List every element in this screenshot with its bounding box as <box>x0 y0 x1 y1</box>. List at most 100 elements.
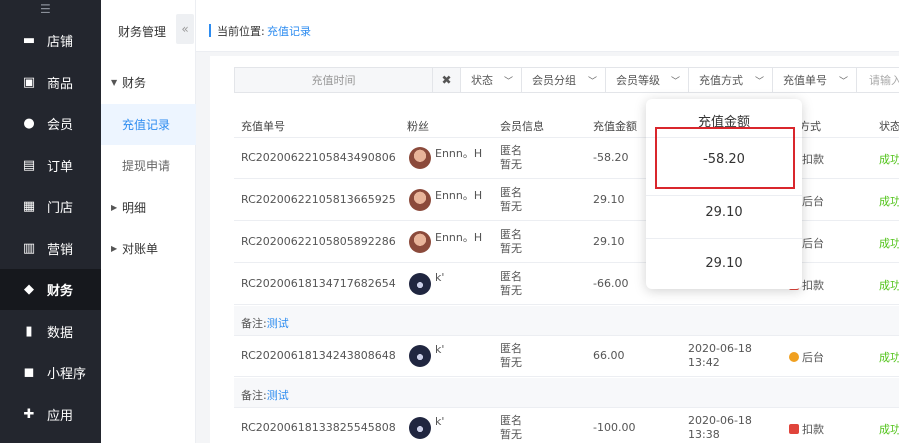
status-badge: 成功 <box>879 237 899 250</box>
sidebar-item-label: 营销 <box>47 242 74 258</box>
note-prefix: 备注: <box>241 317 267 330</box>
recharge-method: 后台 <box>789 349 824 365</box>
fan-name: k' <box>435 343 445 356</box>
member-info: 匿名 暂无 <box>500 186 522 214</box>
member-info: 匿名 暂无 <box>500 342 522 370</box>
recharge-clock: 13:38 <box>688 428 720 441</box>
order-no: RC20200618134717682654 <box>241 277 396 290</box>
sidebar-item-label: 会员 <box>47 118 74 133</box>
note-link[interactable]: 测试 <box>267 317 289 330</box>
recharge-method-label: 扣款 <box>802 279 824 292</box>
breadcrumb-current[interactable]: 充值记录 <box>267 23 311 39</box>
submenu-item[interactable]: ▶ 明细 <box>101 187 196 228</box>
recharge-method: 扣款 <box>789 421 824 437</box>
caret-down-icon: ▼ <box>111 78 118 87</box>
sidebar-item-label: 财务 <box>47 284 74 299</box>
note-row: 备注:测试 <box>234 378 899 408</box>
sidebar-item[interactable]: ▦ 门店 <box>0 186 101 227</box>
status-badge: 成功 <box>879 279 899 292</box>
member-level-select[interactable]: 会员等级 ﹀ <box>606 67 689 93</box>
filter-bar: 充值时间 ✖ 状态 ﹀ 会员分组 ﹀ 会员等级 ﹀ 充值方式 ﹀ 充值单号 ﹀ 请输入 <box>234 67 899 93</box>
sidebar-item-label: 店铺 <box>47 35 74 50</box>
card-value: 29.10 <box>705 205 743 220</box>
breadcrumb: 当前位置: 充值记录 <box>196 0 899 52</box>
sidebar-item[interactable]: ◼ 小程序 <box>0 352 101 393</box>
note-text: 备注:测试 <box>241 387 289 403</box>
main-sidebar: ☰ ▬ 店铺 ▣ 商品 ● 会员 ▤ 订单 ▦ 门店 ▥ 营销 ◆ 财务 ▮ 数据 ◼ 小程序 ✚ 应用 <box>0 0 101 443</box>
data-icon: ▮ <box>25 323 33 339</box>
chevron-down-icon: ﹀ <box>670 77 680 87</box>
header-fan: 粉丝 <box>407 120 429 133</box>
note-prefix: 备注: <box>241 389 267 402</box>
submenu-item-label: 对账单 <box>122 242 159 256</box>
header-amount: 充值金额 <box>593 120 637 133</box>
app-root: ☰ ▬ 店铺 ▣ 商品 ● 会员 ▤ 订单 ▦ 门店 ▥ 营销 ◆ 财务 ▮ 数据 ◼ 小程序 ✚ 应用 财务管理 ▼… <box>0 0 899 443</box>
member-group-select-label: 会员分组 <box>532 74 576 87</box>
status-badge: 成功 <box>879 351 899 364</box>
submenu-item-label: 财务 <box>122 76 147 90</box>
member-info-name: 匿名 <box>500 228 522 241</box>
menu-toggle-icon[interactable]: ☰ <box>40 2 51 16</box>
sidebar-item[interactable]: ▥ 营销 <box>0 228 101 269</box>
status-badge: 成功 <box>879 195 899 208</box>
status-select[interactable]: 状态 ﹀ <box>461 67 522 93</box>
submenu-item[interactable]: ▼ 财务 <box>101 62 196 103</box>
member-info-name: 匿名 <box>500 270 522 283</box>
sidebar-item[interactable]: ◆ 财务 <box>0 269 101 310</box>
fan-name: k' <box>435 271 445 284</box>
order-no: RC20200618134243808648 <box>241 349 396 362</box>
member-info-name: 匿名 <box>500 414 522 427</box>
sidebar-item[interactable]: ▬ 店铺 <box>0 20 101 61</box>
submenu-item[interactable]: 充值记录 <box>101 103 196 145</box>
status-badge: 成功 <box>879 423 899 436</box>
note-link[interactable]: 测试 <box>267 389 289 402</box>
sidebar-item[interactable]: ▣ 商品 <box>0 62 101 103</box>
recharge-method-select-label: 充值方式 <box>699 74 743 87</box>
order-no: RC20200622105843490806 <box>241 151 396 164</box>
submenu-item[interactable]: ▶ 对账单 <box>101 228 196 269</box>
recharge-time: 2020-06-18 13:42 <box>688 342 752 370</box>
submenu-item-label: 提现申请 <box>122 159 171 173</box>
recharge-method-select[interactable]: 充值方式 ﹀ <box>689 67 773 93</box>
avatar <box>409 147 431 169</box>
recharge-amount: 29.10 <box>593 193 625 206</box>
header-order-no: 充值单号 <box>241 120 285 133</box>
breadcrumb-prefix: 当前位置: <box>217 25 265 38</box>
status-badge: 成功 <box>879 153 899 166</box>
sidebar-item-label: 应用 <box>47 408 74 424</box>
avatar <box>409 273 431 295</box>
submenu-title: 财务管理 <box>118 25 167 39</box>
sidebar-item[interactable]: ▤ 订单 <box>0 145 101 186</box>
order-no: RC20200622105805892286 <box>241 235 396 248</box>
order-no-select[interactable]: 充值单号 ﹀ <box>773 67 857 93</box>
member-info: 匿名 暂无 <box>500 228 522 256</box>
card-divider <box>646 195 802 196</box>
order-no-select-label: 充值单号 <box>783 74 827 87</box>
note-text: 备注:测试 <box>241 315 289 331</box>
chevron-down-icon: ﹀ <box>838 77 848 87</box>
member-group-select[interactable]: 会员分组 ﹀ <box>522 67 606 93</box>
clear-date-icon[interactable]: ✖ <box>433 67 461 93</box>
collapse-menu-button[interactable]: « <box>176 14 194 44</box>
sidebar-item-label: 小程序 <box>47 367 87 382</box>
submenu-item[interactable]: 提现申请 <box>101 145 196 186</box>
member-icon: ● <box>23 116 35 131</box>
chevron-down-icon: ﹀ <box>754 77 764 87</box>
fan-name: Ennn。H <box>435 231 483 244</box>
search-input[interactable]: 请输入 <box>857 67 899 93</box>
member-info-name: 匿名 <box>500 342 522 355</box>
sidebar-item-label: 数据 <box>47 325 74 341</box>
goods-icon: ▣ <box>22 74 36 90</box>
sidebar-item[interactable]: ● 会员 <box>0 103 101 144</box>
recharge-method-label: 扣款 <box>802 153 824 166</box>
secondary-menu: 财务管理 ▼ 财务充值记录提现申请 ▶ 明细 ▶ 对账单 <box>101 0 196 443</box>
chevron-down-icon: ﹀ <box>587 77 597 87</box>
sidebar-item[interactable]: ▮ 数据 <box>0 311 101 352</box>
note-row: 备注:测试 <box>234 306 899 336</box>
submenu-item-label: 明细 <box>122 200 147 215</box>
sidebar-item[interactable]: ✚ 应用 <box>0 394 101 435</box>
recharge-date-picker[interactable]: 充值时间 <box>234 67 433 93</box>
submenu-item-label: 充值记录 <box>122 117 171 132</box>
member-info: 匿名 暂无 <box>500 270 522 298</box>
header-status: 状态 <box>879 120 899 133</box>
